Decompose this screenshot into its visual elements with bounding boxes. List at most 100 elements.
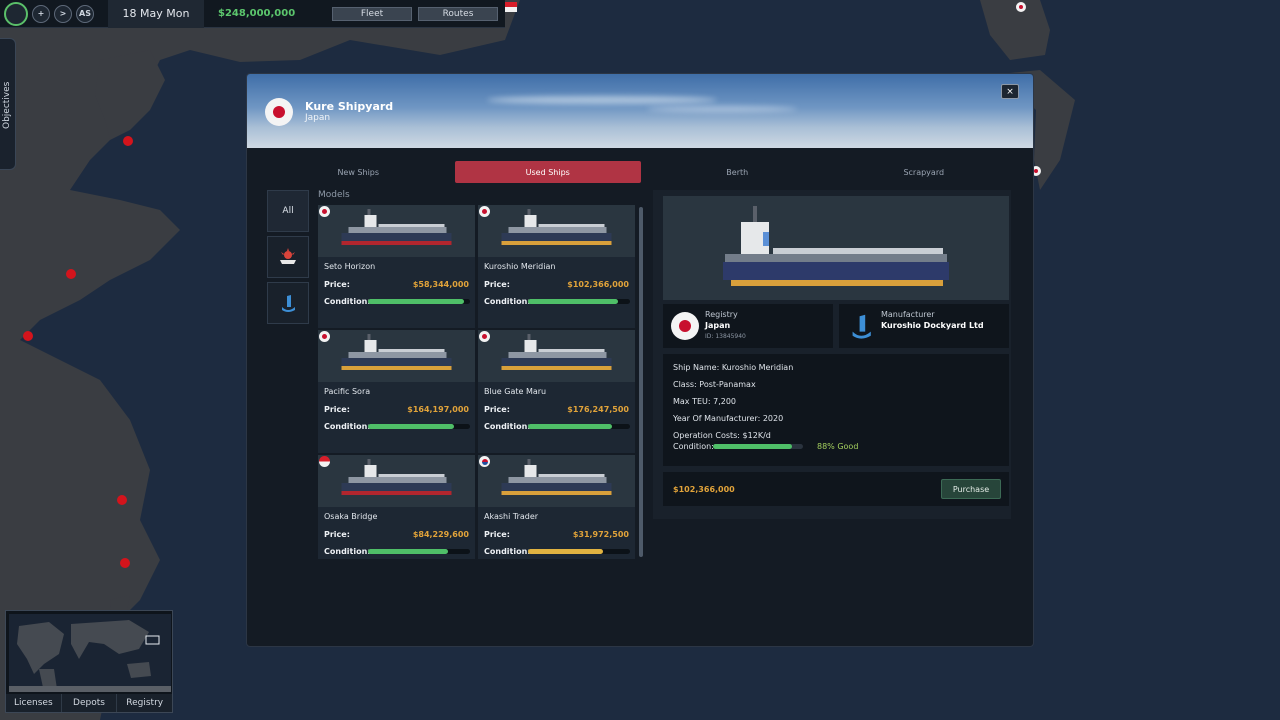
ship-price: $84,229,600 [412,530,469,539]
spec-condition-label: Condition: [673,442,714,451]
ship-price: $58,344,000 [412,280,469,289]
condition-label: Condition: [484,422,531,431]
shipyard-title: Kure Shipyard [305,100,394,113]
minimap[interactable]: Licenses Depots Registry [5,610,173,713]
tab-scrapyard[interactable]: Scrapyard [831,161,1018,183]
spec-condition-text: 88% Good [817,442,859,451]
selected-ship-image [723,206,949,286]
price-label: Price: [484,280,510,289]
sg-flag-icon [319,456,330,467]
category-dockyard-button[interactable] [267,282,309,324]
dockyard-logo-icon [282,295,295,312]
tab-used-ships[interactable]: Used Ships [454,161,641,183]
shipyard-logo-icon [280,248,296,264]
manufacturer-logo-icon [852,314,871,339]
ship-thumbnail [318,330,475,382]
ship-thumbnail [318,455,475,507]
purchase-row: $102,366,000 Purchase [663,472,1009,506]
ship-card[interactable]: Blue Gate Maru Price: $176,247,500 Condi… [478,330,635,453]
condition-fill [528,549,604,554]
condition-label: Condition: [324,547,371,556]
tab-new-ships[interactable]: New Ships [265,161,452,183]
scrollbar-thumb[interactable] [639,207,643,557]
ship-grid: Seto Horizon Price: $58,344,000 Conditio… [318,205,638,559]
registry-id: ID: 13845940 [705,333,746,340]
condition-bar [368,549,470,554]
price-label: Price: [484,530,510,539]
spec-condition-bar [713,444,803,449]
minimap-view[interactable] [9,614,171,692]
routes-button[interactable]: Routes [418,6,498,21]
ship-name: Seto Horizon [324,262,376,271]
ship-name: Osaka Bridge [324,512,378,521]
licenses-tab[interactable]: Licenses [6,694,62,712]
shipyard-country: Japan [305,113,331,123]
company-balance: $248,000,000 [218,8,296,19]
manufacturer-label: Manufacturer [881,310,935,319]
ship-thumbnail [318,205,475,257]
condition-fill [528,424,612,429]
ship-thumbnail [478,455,635,507]
ship-card[interactable]: Kuroshio Meridian Price: $102,366,000 Co… [478,205,635,328]
close-button[interactable]: × [1001,84,1019,99]
condition-bar [368,299,470,304]
jp-flag-icon [319,331,330,342]
ship-specs: Ship Name: Kuroshio Meridian Class: Post… [663,354,1009,466]
price-label: Price: [324,530,350,539]
condition-fill [368,549,448,554]
ship-card[interactable]: Seto Horizon Price: $58,344,000 Conditio… [318,205,475,328]
selected-ship-image [663,196,1009,300]
price-label: Price: [484,405,510,414]
ship-list-scrollbar[interactable] [639,207,643,557]
minimap-tabs: Licenses Depots Registry [6,694,173,712]
ship-card[interactable]: Akashi Trader Price: $31,972,500 Conditi… [478,455,635,559]
depots-tab[interactable]: Depots [61,694,118,712]
price-label: Price: [324,405,350,414]
registry-tab[interactable]: Registry [117,694,173,712]
jp-flag-icon [479,206,490,217]
purchase-price: $102,366,000 [673,485,735,494]
ship-name: Akashi Trader [484,512,539,521]
condition-label: Condition: [484,297,531,306]
manufacturer-box: Manufacturer Kuroshio Dockyard Ltd [839,304,1009,348]
fast-forward-icon[interactable]: > [54,4,72,23]
shipyard-dialog: Kure Shipyard Japan × New Ships Used Shi… [246,73,1034,647]
spec-ship-name: Ship Name: Kuroshio Meridian [673,363,794,372]
ship-card[interactable]: Osaka Bridge Price: $84,229,600 Conditio… [318,455,475,559]
ship-price: $164,197,000 [407,405,469,414]
top-bar: + > AS 18 May Mon $248,000,000 Fleet Rou… [0,0,505,28]
jp-flag-icon [479,331,490,342]
category-all-button[interactable]: All [267,190,309,232]
category-filters: All [267,190,309,328]
objectives-tab[interactable]: Objectives [0,38,16,170]
dialog-header: Kure Shipyard Japan × [247,74,1033,148]
manufacturer-value: Kuroshio Dockyard Ltd [881,321,984,330]
japan-flag-icon [265,98,293,126]
ship-price: $176,247,500 [567,405,629,414]
ship-card[interactable]: Pacific Sora Price: $164,197,000 Conditi… [318,330,475,453]
category-shipyard-button[interactable] [267,236,309,278]
condition-fill [368,299,464,304]
jp-flag-icon [319,206,330,217]
spec-class: Class: Post-Panamax [673,380,756,389]
game-date: 18 May Mon [108,0,204,28]
auto-speed-icon[interactable]: AS [76,4,94,23]
condition-bar [528,549,630,554]
shipyard-tabs: New Ships Used Ships Berth Scrapyard [265,161,1017,183]
spec-year: Year Of Manufacturer: 2020 [673,414,784,423]
speed-up-icon[interactable]: + [32,4,50,23]
fleet-button[interactable]: Fleet [332,6,412,21]
spec-max-teu: Max TEU: 7,200 [673,397,737,406]
ship-detail-panel: Registry Japan ID: 13845940 Manufacturer… [653,190,1011,519]
tab-berth[interactable]: Berth [644,161,831,183]
ship-name: Blue Gate Maru [484,387,547,396]
ship-price: $102,366,000 [567,280,629,289]
ship-thumbnail [478,205,635,257]
objectives-label: Objectives [2,81,12,129]
company-logo-icon[interactable] [4,1,28,26]
condition-fill [368,424,454,429]
purchase-button[interactable]: Purchase [941,479,1001,499]
ship-name: Pacific Sora [324,387,371,396]
condition-bar [368,424,470,429]
kr-flag-icon [479,456,490,467]
